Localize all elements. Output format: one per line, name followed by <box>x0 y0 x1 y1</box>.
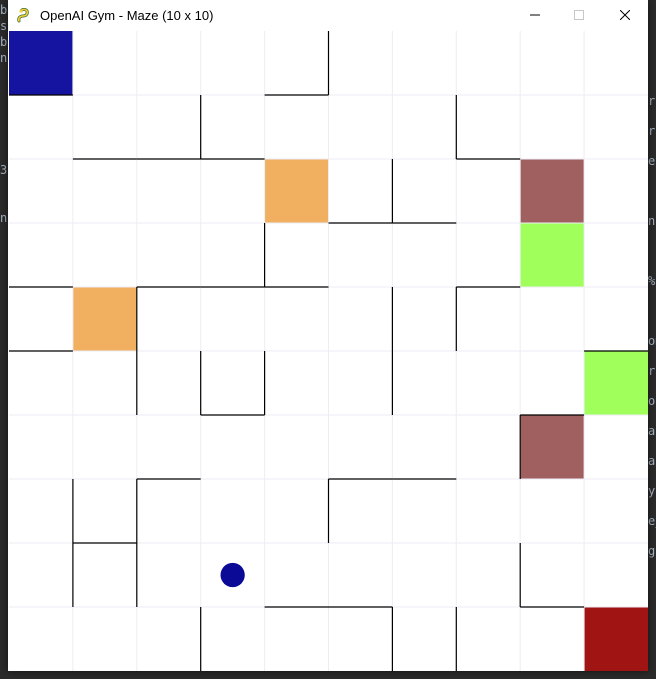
title-bar[interactable]: OpenAI Gym - Maze (10 x 10) <box>8 0 648 31</box>
background-code-line: e_ <box>648 514 656 528</box>
background-code-line: ou <box>648 394 656 408</box>
portal-brown-cell <box>520 415 585 479</box>
background-code-line <box>648 176 656 206</box>
background-code-line: y( <box>648 484 656 498</box>
background-code-line: re <box>648 364 656 378</box>
robot-layer <box>220 562 245 588</box>
close-icon <box>619 7 631 25</box>
minimize-button[interactable] <box>512 0 558 31</box>
background-code-line <box>0 66 8 82</box>
background-code-line: 3 <box>0 163 8 177</box>
background-code-line: er <box>648 154 656 168</box>
background-code-line: a. <box>648 454 656 468</box>
close-button[interactable] <box>602 0 648 31</box>
background-code-line: b <box>0 3 8 17</box>
background-code-line: ge <box>648 544 656 558</box>
background-code-line: % <box>648 274 656 288</box>
background-code-line: ng <box>648 214 656 228</box>
portal-orange-cell <box>72 287 137 351</box>
portal-green-cell <box>520 223 585 287</box>
background-code-line: b <box>0 35 8 49</box>
background-code-line: re <box>648 94 656 108</box>
background-code-left: bspbn 3 n <box>0 2 8 226</box>
maximize-icon <box>574 7 584 25</box>
background-code-line <box>648 236 656 266</box>
maze-board <box>9 31 648 671</box>
background-code-line: om <box>648 334 656 348</box>
background-code-line: re <box>648 124 656 138</box>
portal-brown-cell <box>520 159 585 223</box>
background-code-line <box>0 194 8 210</box>
portal-green-cell <box>584 351 648 415</box>
minimize-icon <box>530 7 540 25</box>
background-code-line <box>0 130 8 146</box>
robot-agent-marker <box>220 562 245 588</box>
background-code-line <box>0 178 8 194</box>
background-code-line <box>0 82 8 98</box>
goal-cell <box>584 607 648 671</box>
maximize-button[interactable] <box>556 0 602 31</box>
background-code-line <box>0 98 8 114</box>
maze-window: OpenAI Gym - Maze (10 x 10) <box>8 0 648 671</box>
portal-orange-cell <box>264 159 329 223</box>
background-code-right: re re er ng % om re ou ap a. y( e_ge <box>648 86 656 566</box>
pygame-snake-icon <box>16 7 32 24</box>
background-code-line: n <box>0 51 8 65</box>
background-code-line <box>0 146 8 162</box>
window-title: OpenAI Gym - Maze (10 x 10) <box>40 8 214 23</box>
background-code-line <box>0 114 8 130</box>
start-cell <box>9 31 73 95</box>
background-code-line: n <box>0 211 8 225</box>
background-code-line <box>648 296 656 326</box>
background-code-line: sp <box>0 19 8 33</box>
background-code-line: ap <box>648 424 656 438</box>
